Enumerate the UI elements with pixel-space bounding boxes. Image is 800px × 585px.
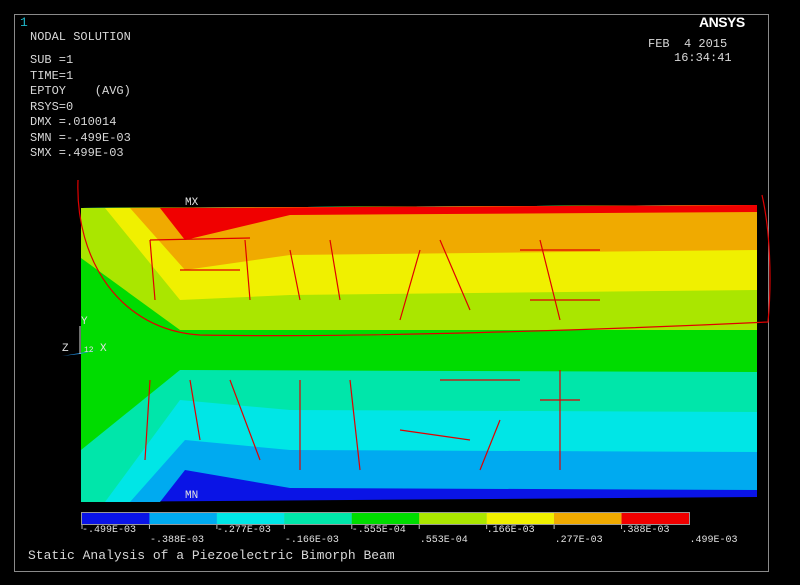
legend-value: -.388E-03 xyxy=(150,535,205,546)
legend-value: -.277E-03 xyxy=(216,525,271,536)
legend-value: .277E-03 xyxy=(554,535,603,546)
legend-swatch xyxy=(554,513,622,524)
legend-value: .166E-03 xyxy=(486,525,535,536)
legend-swatch xyxy=(82,513,150,524)
svg-text:12: 12 xyxy=(84,346,94,355)
svg-text:X: X xyxy=(100,343,107,355)
legend-value: -.555E-04 xyxy=(351,525,406,536)
legend-swatch xyxy=(419,513,487,524)
legend-value: -.499E-03 xyxy=(82,525,137,536)
contour-plot: MX MN Y Z 12 X xyxy=(62,179,771,529)
svg-text:Z: Z xyxy=(62,343,69,355)
legend-value: .499E-03 xyxy=(689,535,738,546)
legend-value: .553E-04 xyxy=(419,535,468,546)
legend-swatch xyxy=(621,513,689,524)
legend-value: -.166E-03 xyxy=(284,535,339,546)
legend-swatch xyxy=(149,513,217,524)
footer-title: Static Analysis of a Piezoelectric Bimor… xyxy=(28,548,395,563)
legend-swatch xyxy=(216,513,285,524)
legend-value: .388E-03 xyxy=(621,525,670,536)
legend-swatch xyxy=(351,513,420,524)
legend-swatch xyxy=(486,513,555,524)
max-label: MX xyxy=(185,197,199,209)
svg-text:Y: Y xyxy=(81,316,88,328)
min-label: MN xyxy=(185,490,198,502)
legend-swatch xyxy=(284,513,352,524)
